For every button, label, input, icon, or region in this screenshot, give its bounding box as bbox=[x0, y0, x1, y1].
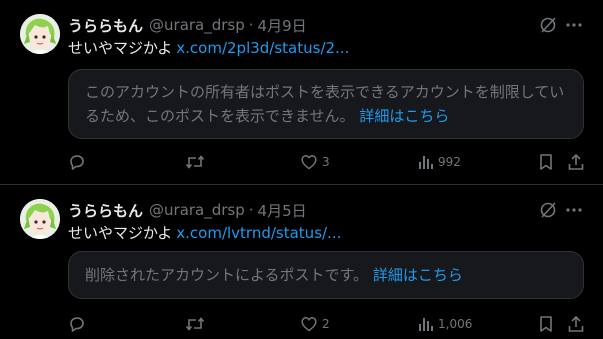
like-button[interactable]: 3 bbox=[300, 151, 330, 173]
avatar[interactable] bbox=[20, 199, 60, 239]
tweet-header: うららもん @urara_drsp · 4月5日 bbox=[68, 199, 543, 221]
retweet-icon bbox=[185, 155, 205, 169]
more-icon[interactable] bbox=[563, 14, 585, 36]
unavailable-quote-card: 削除されたアカウントによるポストです。 詳細はこちら bbox=[68, 251, 584, 299]
learn-more-link[interactable]: 詳細はこちら bbox=[359, 107, 449, 125]
unavailable-quote-card: このアカウントの所有者はポストを表示できるアカウントを制限しているため、このポス… bbox=[68, 69, 584, 139]
retweet-button[interactable] bbox=[185, 313, 205, 335]
separator: · bbox=[248, 201, 254, 219]
grok-icon[interactable] bbox=[537, 14, 559, 36]
separator: · bbox=[248, 16, 254, 34]
views-icon bbox=[419, 156, 433, 169]
timeline: うららもん @urara_drsp · 4月9日 せいやマジかよ x.com/2p… bbox=[0, 0, 603, 339]
like-icon bbox=[301, 317, 317, 332]
bookmark-icon bbox=[540, 316, 552, 332]
retweet-button[interactable] bbox=[185, 151, 205, 173]
post-date[interactable]: 4月9日 bbox=[258, 15, 307, 36]
share-icon bbox=[568, 315, 584, 332]
avatar[interactable] bbox=[20, 14, 60, 54]
like-icon bbox=[301, 155, 317, 170]
tweet-text: せいやマジかよ x.com/lvtrnd/status/... bbox=[68, 223, 583, 243]
views-button[interactable]: 1,006 bbox=[418, 313, 472, 335]
tweet-body: せいやマジかよ bbox=[68, 39, 173, 57]
like-count: 2 bbox=[322, 317, 330, 331]
view-count: 992 bbox=[438, 155, 461, 169]
author-handle[interactable]: @urara_drsp bbox=[149, 201, 245, 219]
author-name[interactable]: うららもん bbox=[68, 200, 143, 221]
bookmark-button[interactable] bbox=[538, 313, 554, 335]
share-icon bbox=[568, 153, 584, 170]
bookmark-button[interactable] bbox=[538, 151, 554, 173]
like-count: 3 bbox=[322, 155, 330, 169]
quote-message: 削除されたアカウントによるポストです。 bbox=[85, 266, 369, 284]
like-button[interactable]: 2 bbox=[300, 313, 330, 335]
author-name[interactable]: うららもん bbox=[68, 15, 143, 36]
action-bar: 3 992 bbox=[68, 151, 585, 173]
share-button[interactable] bbox=[567, 151, 585, 173]
reply-icon bbox=[70, 317, 84, 332]
tweet-header: うららもん @urara_drsp · 4月9日 bbox=[68, 14, 543, 36]
retweet-icon bbox=[185, 317, 205, 331]
reply-button[interactable] bbox=[68, 151, 86, 173]
grok-icon[interactable] bbox=[537, 199, 559, 221]
bookmark-icon bbox=[540, 154, 552, 170]
views-button[interactable]: 992 bbox=[418, 151, 461, 173]
reply-icon bbox=[70, 155, 84, 170]
quote-message: このアカウントの所有者はポストを表示できるアカウントを制限しているため、このポス… bbox=[85, 83, 565, 125]
more-icon[interactable] bbox=[563, 199, 585, 221]
tweet-text: せいやマジかよ x.com/2pl3d/status/2... bbox=[68, 38, 583, 58]
learn-more-link[interactable]: 詳細はこちら bbox=[373, 266, 463, 284]
views-icon bbox=[419, 318, 433, 331]
tweet-link[interactable]: x.com/2pl3d/status/2... bbox=[176, 39, 349, 57]
tweet[interactable]: うららもん @urara_drsp · 4月9日 せいやマジかよ x.com/2p… bbox=[0, 0, 603, 185]
view-count: 1,006 bbox=[438, 317, 473, 331]
author-handle[interactable]: @urara_drsp bbox=[149, 16, 245, 34]
tweet-body: せいやマジかよ bbox=[68, 224, 173, 242]
tweet-link[interactable]: x.com/lvtrnd/status/... bbox=[176, 224, 341, 242]
reply-button[interactable] bbox=[68, 313, 86, 335]
tweet[interactable]: うららもん @urara_drsp · 4月5日 せいやマジかよ x.com/lv… bbox=[0, 185, 603, 339]
share-button[interactable] bbox=[567, 313, 585, 335]
action-bar: 2 1,006 bbox=[68, 313, 585, 335]
post-date[interactable]: 4月5日 bbox=[258, 200, 307, 221]
